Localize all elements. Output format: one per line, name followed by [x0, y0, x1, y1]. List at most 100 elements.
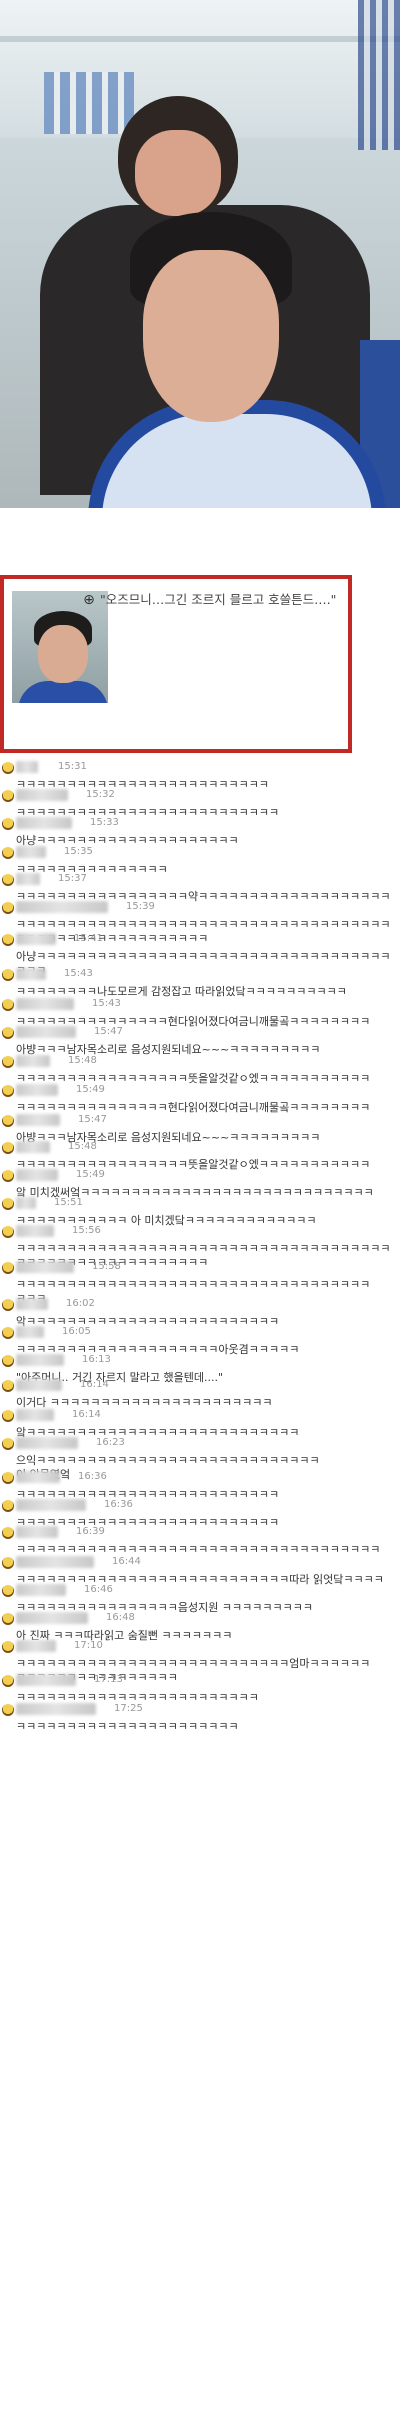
blurred-username[interactable]	[16, 968, 46, 980]
blurred-username[interactable]	[16, 1114, 60, 1126]
blurred-username[interactable]	[16, 1409, 54, 1421]
comment-time: 16:14	[72, 1409, 101, 1420]
user-avatar-icon[interactable]	[2, 999, 14, 1011]
blurred-username[interactable]	[16, 901, 108, 913]
user-avatar-icon[interactable]	[2, 1527, 14, 1539]
user-avatar-icon[interactable]	[2, 1085, 14, 1097]
comment-text: ㅋㅋㅋㅋㅋㅋㅋㅋㅋㅋㅋㅋㅋㅋㅋㅋㅋㅋㅋㅋㅋㅋㅋㅋㅋㅋㅋ따라 읽엇닼ㅋㅋㅋㅋ	[16, 1573, 384, 1586]
user-avatar-icon[interactable]	[2, 1557, 14, 1569]
blurred-username[interactable]	[16, 846, 46, 858]
user-avatar-icon[interactable]	[2, 1299, 14, 1311]
customer-face	[143, 250, 279, 422]
comment-time: 15:49	[76, 1084, 105, 1095]
blurred-username[interactable]	[16, 873, 40, 885]
user-avatar-icon[interactable]	[2, 1327, 14, 1339]
user-avatar-icon[interactable]	[2, 902, 14, 914]
blurred-username[interactable]	[16, 1298, 48, 1310]
comment-time: 16:23	[96, 1437, 125, 1448]
blurred-username[interactable]	[16, 1084, 58, 1096]
user-avatar-icon[interactable]	[2, 934, 14, 946]
user-avatar-icon[interactable]	[2, 874, 14, 886]
user-avatar-icon[interactable]	[2, 790, 14, 802]
user-avatar-icon[interactable]	[2, 818, 14, 830]
user-avatar-icon[interactable]	[2, 1115, 14, 1127]
comment-time: 15:56	[72, 1225, 101, 1236]
user-avatar-icon[interactable]	[2, 1675, 14, 1687]
comment-text: ㅋㅋㅋㅋㅋㅋㅋㅋ나도모르게 감정잡고 따라읽었닼ㅋㅋㅋㅋㅋㅋㅋㅋㅋㅋ	[16, 985, 347, 998]
blurred-username[interactable]	[16, 1584, 66, 1596]
comment-time: 15:31	[58, 761, 87, 772]
user-avatar-icon[interactable]	[2, 847, 14, 859]
comment-time: 15:49	[76, 1169, 105, 1180]
user-avatar-icon[interactable]	[2, 1170, 14, 1182]
user-avatar-icon[interactable]	[2, 1613, 14, 1625]
comment-time: 16:05	[62, 1326, 91, 1337]
blurred-username[interactable]	[16, 1261, 74, 1273]
blurred-username[interactable]	[16, 1225, 54, 1237]
comment-text: 아 진짜 ㅋㅋㅋ따라읽고 숨질뻔 ㅋㅋㅋㅋㅋㅋㅋ	[16, 1629, 233, 1642]
user-avatar-icon[interactable]	[2, 1198, 14, 1210]
user-avatar-icon[interactable]	[2, 1500, 14, 1512]
comment-text: ㅋㅋㅋㅋㅋㅋㅋㅋㅋㅋㅋㅋㅋㅋㅋㅋㅋㅋㅋㅋ아웃겸ㅋㅋㅋㅋㅋ	[16, 1343, 300, 1356]
comment-time: 15:32	[86, 789, 115, 800]
blurred-username[interactable]	[16, 817, 72, 829]
blurred-username[interactable]	[16, 1379, 62, 1391]
blurred-username[interactable]	[16, 1612, 88, 1624]
user-avatar-icon[interactable]	[2, 1027, 14, 1039]
comment-time: 15:58	[92, 1261, 121, 1272]
user-avatar-icon[interactable]	[2, 1355, 14, 1367]
blurred-username[interactable]	[16, 1169, 58, 1181]
blurred-username[interactable]	[16, 1141, 50, 1153]
user-avatar-icon[interactable]	[2, 1704, 14, 1716]
magnifier-icon[interactable]: ⊕	[80, 591, 98, 609]
user-avatar-icon[interactable]	[2, 1641, 14, 1653]
comment-text: ㅋㅋㅋㅋㅋㅋㅋㅋㅋㅋㅋㅋㅋㅋㅋㅋㅋㅋㅋㅋㅋㅋ	[16, 1720, 239, 1733]
comment-time: 16:13	[82, 1354, 111, 1365]
blurred-username[interactable]	[16, 1674, 76, 1686]
user-avatar-icon[interactable]	[2, 1226, 14, 1238]
comment-time: 17:25	[114, 1703, 143, 1714]
blurred-username[interactable]	[16, 933, 56, 945]
blurred-username[interactable]	[16, 1499, 86, 1511]
user-avatar-icon[interactable]	[2, 1142, 14, 1154]
user-avatar-icon[interactable]	[2, 1380, 14, 1392]
ceiling-line	[0, 36, 400, 42]
blurred-username[interactable]	[16, 1556, 94, 1568]
blurred-username[interactable]	[16, 1326, 44, 1338]
user-avatar-icon[interactable]	[2, 1056, 14, 1068]
comment-text: ㅋㅋㅋㅋㅋㅋㅋㅋㅋㅋㅋㅋㅋㅋㅋㅋㅋㅋㅋㅋㅋㅋㅋㅋㅋ	[16, 778, 269, 791]
comment-time: 15:48	[68, 1055, 97, 1066]
blurred-username[interactable]	[16, 761, 38, 773]
comment-time: 16:02	[66, 1298, 95, 1309]
comment-time: 16:36	[78, 1471, 107, 1482]
comment-time: 16:46	[84, 1584, 113, 1595]
blurred-username[interactable]	[16, 1197, 36, 1209]
comment-text: "아주머니.. 거긴 자르지 말라고 했을텐데...."	[16, 1371, 224, 1384]
comment-time: 15:37	[58, 873, 87, 884]
user-avatar-icon[interactable]	[2, 969, 14, 981]
user-avatar-icon[interactable]	[2, 1472, 14, 1484]
blurred-username[interactable]	[16, 1437, 78, 1449]
comment-time: 16:48	[106, 1612, 135, 1623]
comment-time: 16:39	[76, 1526, 105, 1537]
blurred-username[interactable]	[16, 1703, 96, 1715]
blurred-username[interactable]	[16, 789, 68, 801]
blurred-username[interactable]	[16, 998, 74, 1010]
blurred-username[interactable]	[16, 1354, 64, 1366]
user-avatar-icon[interactable]	[2, 1262, 14, 1274]
comment-time: 15:39	[126, 901, 155, 912]
user-avatar-icon[interactable]	[2, 1438, 14, 1450]
user-avatar-icon[interactable]	[2, 1585, 14, 1597]
blurred-username[interactable]	[16, 1055, 50, 1067]
blurred-username[interactable]	[16, 1026, 76, 1038]
comment-text: 으익ㅋㅋㅋㅋㅋㅋㅋㅋㅋㅋㅋㅋㅋㅋㅋㅋㅋㅋㅋㅋㅋㅋㅋㅋㅋㅋㅋㅋ 이 악몽였엌	[16, 1454, 320, 1481]
user-avatar-icon[interactable]	[2, 1410, 14, 1422]
comment-time: 15:43	[64, 968, 93, 979]
blurred-username[interactable]	[16, 1471, 60, 1483]
comment-text: 이거다 ㅋㅋㅋㅋㅋㅋㅋㅋㅋㅋㅋㅋㅋㅋㅋㅋㅋㅋㅋㅋㅋㅋ	[16, 1396, 273, 1409]
blurred-username[interactable]	[16, 1640, 56, 1652]
user-avatar-icon[interactable]	[2, 762, 14, 774]
blurred-username[interactable]	[16, 1526, 58, 1538]
comment-time: 15:47	[78, 1114, 107, 1125]
highlighted-comment: ⊕ "오즈므니…그긴 조르지 믈르고 호쓸튼드…."	[0, 575, 352, 753]
